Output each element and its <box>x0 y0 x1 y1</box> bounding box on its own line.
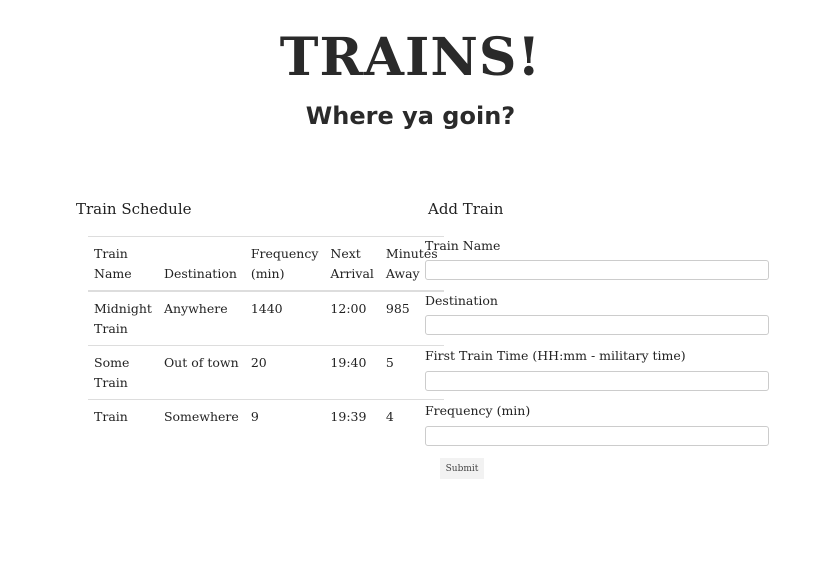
first-train-time-input[interactable] <box>425 371 769 391</box>
table-row: Train Somewhere 9 19:39 4 <box>88 399 444 433</box>
cell-destination: Somewhere <box>157 399 245 433</box>
cell-destination: Anywhere <box>157 290 245 346</box>
cell-next-arrival: 12:00 <box>324 290 380 346</box>
page-title: TRAINS! <box>279 27 542 88</box>
table-row: Some Train Out of town 20 19:40 5 <box>88 345 444 400</box>
cell-destination: Out of town <box>157 345 245 400</box>
cell-frequency: 1440 <box>244 290 325 346</box>
frequency-input[interactable] <box>425 426 769 446</box>
column-header-frequency: Frequency (min) <box>244 236 325 292</box>
schedule-heading: Train Schedule <box>76 200 192 218</box>
page-subtitle: Where ya goin? <box>305 102 516 130</box>
table-header-row: Train Name Destination Frequency (min) N… <box>88 236 444 292</box>
train-name-input[interactable] <box>425 260 769 280</box>
column-header-destination: Destination <box>157 236 245 292</box>
destination-label: Destination <box>425 293 498 308</box>
frequency-label: Frequency (min) <box>425 403 531 418</box>
table-row: Midnight Train Anywhere 1440 12:00 985 <box>88 290 444 346</box>
first-train-time-label: First Train Time (HH:mm - military time) <box>425 348 686 363</box>
add-train-heading: Add Train <box>428 200 504 218</box>
cell-train-name: Some Train <box>88 345 158 400</box>
page: TRAINS! Where ya goin? Train Schedule Tr… <box>0 0 821 567</box>
train-name-label: Train Name <box>425 238 501 253</box>
train-schedule-table: Train Name Destination Frequency (min) N… <box>88 236 444 433</box>
cell-train-name: Train <box>88 399 158 433</box>
cell-frequency: 20 <box>244 345 325 400</box>
submit-button[interactable]: Submit <box>440 458 484 479</box>
destination-input[interactable] <box>425 315 769 335</box>
cell-frequency: 9 <box>244 399 325 433</box>
cell-train-name: Midnight Train <box>88 290 158 346</box>
cell-next-arrival: 19:40 <box>324 345 380 400</box>
column-header-next-arrival: Next Arrival <box>324 236 380 292</box>
cell-next-arrival: 19:39 <box>324 399 380 433</box>
column-header-train-name: Train Name <box>88 236 158 292</box>
